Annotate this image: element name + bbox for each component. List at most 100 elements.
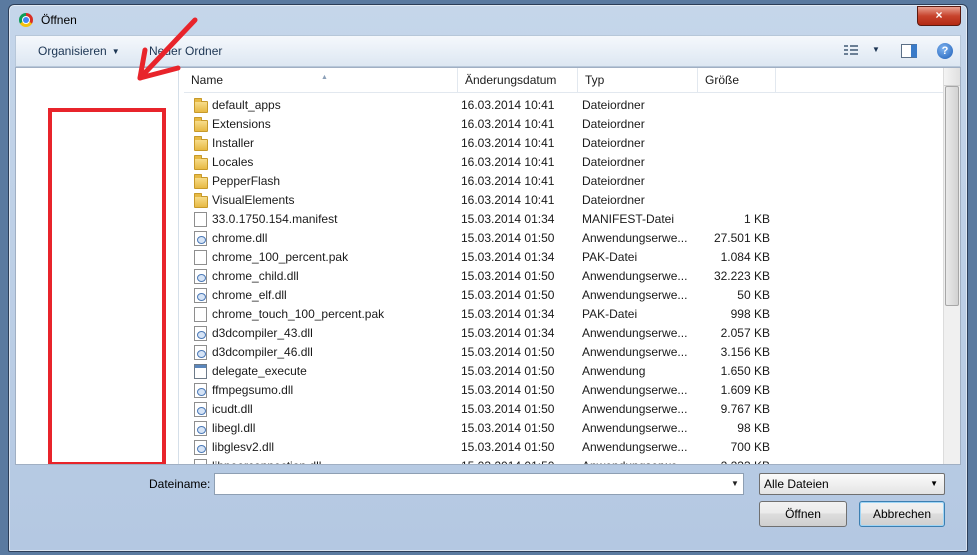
file-name-cell: libglesv2.dll	[194, 438, 454, 457]
file-size: 3.156 KB	[720, 345, 770, 359]
file-date: 15.03.2014 01:34	[461, 250, 555, 264]
file-name-cell: Installer	[194, 134, 454, 153]
file-name-cell: libegl.dll	[194, 419, 454, 438]
dll-icon	[194, 383, 207, 398]
file-type: PAK-Datei	[582, 307, 638, 321]
open-button[interactable]: Öffnen	[759, 501, 847, 527]
file-date: 15.03.2014 01:50	[461, 440, 555, 454]
table-row[interactable]: VisualElements 16.03.2014 10:41 Dateiordne…	[184, 191, 944, 210]
view-options-icon[interactable]	[844, 45, 858, 56]
dll-icon	[194, 326, 207, 341]
file-type-value: Alle Dateien	[764, 477, 829, 491]
file-date: 15.03.2014 01:50	[461, 345, 555, 359]
column-header-size[interactable]: Größe	[698, 68, 776, 92]
file-name: chrome_child.dll	[212, 269, 299, 283]
help-icon[interactable]: ?	[937, 43, 953, 59]
file-date: 15.03.2014 01:50	[461, 402, 555, 416]
cancel-button[interactable]: Abbrechen	[859, 501, 945, 527]
table-row[interactable]: libegl.dll 15.03.2014 01:50 Anwendungserwe…	[184, 419, 944, 438]
filename-input[interactable]	[214, 473, 744, 495]
file-type: Anwendungserwe...	[582, 326, 688, 340]
close-button[interactable]: ×	[917, 6, 961, 26]
file-name: Installer	[212, 136, 255, 150]
file-date: 16.03.2014 10:41	[461, 174, 555, 188]
table-row[interactable]: chrome_touch_100_percent.pak 15.03.2014 0…	[184, 305, 944, 324]
close-icon: ×	[935, 8, 943, 22]
file-size: 98 KB	[737, 421, 770, 435]
file-name-cell: chrome_100_percent.pak	[194, 248, 454, 267]
file-name: d3dcompiler_43.dll	[212, 326, 313, 340]
chevron-down-icon: ▼	[930, 479, 938, 488]
file-type: Anwendungserwe...	[582, 345, 688, 359]
file-size: 2.057 KB	[720, 326, 770, 340]
table-row[interactable]: PepperFlash 16.03.2014 10:41 Dateiordner	[184, 172, 944, 191]
table-row[interactable]: libpeerconnection.dll 15.03.2014 01:50 Anw…	[184, 457, 944, 464]
file-name-cell: VisualElements	[194, 191, 454, 210]
file-size: 1.650 KB	[720, 364, 770, 378]
file-date: 16.03.2014 10:41	[461, 98, 555, 112]
file-name: libegl.dll	[212, 421, 256, 435]
file-name: libpeerconnection.dll	[212, 457, 321, 464]
chevron-down-icon[interactable]: ▼	[731, 479, 739, 488]
file-name-cell: chrome_touch_100_percent.pak	[194, 305, 454, 324]
table-row[interactable]: libglesv2.dll 15.03.2014 01:50 Anwendungse…	[184, 438, 944, 457]
file-type: MANIFEST-Datei	[582, 212, 675, 226]
scroll-up-button[interactable]	[944, 68, 960, 86]
column-header-type[interactable]: Typ	[578, 68, 698, 92]
file-name: VisualElements	[212, 193, 295, 207]
table-row[interactable]: ffmpegsumo.dll 15.03.2014 01:50 Anwendungs…	[184, 381, 944, 400]
file-type: Dateiordner	[582, 174, 645, 188]
file-type: Anwendungserwe...	[582, 269, 688, 283]
file-name: chrome_100_percent.pak	[212, 250, 349, 264]
document-icon	[194, 250, 207, 265]
file-name: ffmpegsumo.dll	[212, 383, 294, 397]
table-row[interactable]: icudt.dll 15.03.2014 01:50 Anwendungserwe.…	[184, 400, 944, 419]
file-type: Dateiordner	[582, 155, 645, 169]
preview-pane-icon[interactable]	[901, 44, 917, 58]
dll-icon	[194, 421, 207, 436]
dll-icon	[194, 440, 207, 455]
document-icon	[194, 307, 207, 322]
file-size: 1.084 KB	[720, 250, 770, 264]
scroll-thumb[interactable]	[945, 86, 959, 306]
file-type-select[interactable]: Alle Dateien ▼	[759, 473, 945, 495]
file-date: 15.03.2014 01:34	[461, 307, 555, 321]
folder-icon	[194, 136, 208, 151]
file-type: Dateiordner	[582, 98, 645, 112]
file-name-cell: Locales	[194, 153, 454, 172]
table-row[interactable]: chrome_elf.dll 15.03.2014 01:50 Anwendungs…	[184, 286, 944, 305]
chevron-down-icon[interactable]: ▼	[872, 45, 880, 54]
file-name-cell: chrome.dll	[194, 229, 454, 248]
file-date: 15.03.2014 01:34	[461, 326, 555, 340]
table-row[interactable]: chrome_100_percent.pak 15.03.2014 01:34 PA…	[184, 248, 944, 267]
file-type: Anwendungserwe...	[582, 457, 692, 464]
file-name-cell: d3dcompiler_46.dll	[194, 343, 454, 362]
file-name: icudt.dll	[212, 402, 253, 416]
column-header-date[interactable]: Änderungsdatum	[458, 68, 578, 92]
file-size: 1 KB	[743, 212, 770, 226]
table-row[interactable]: chrome.dll 15.03.2014 01:50 Anwendungserwe…	[184, 229, 944, 248]
file-name-cell: PepperFlash	[194, 172, 454, 191]
table-row[interactable]: Locales 16.03.2014 10:41 Dateiordner	[184, 153, 944, 172]
file-name: libglesv2.dll	[212, 440, 275, 454]
file-name: delegate_execute	[212, 364, 307, 378]
vertical-scrollbar[interactable]	[943, 68, 960, 464]
sort-ascending-icon: ▲	[321, 74, 328, 81]
dll-icon	[194, 345, 207, 360]
file-size: 700 KB	[730, 440, 770, 454]
table-row[interactable]: delegate_execute 15.03.2014 01:50 Anwendun…	[184, 362, 944, 381]
table-row[interactable]: d3dcompiler_46.dll 15.03.2014 01:50 Anwend…	[184, 343, 944, 362]
file-type: Dateiordner	[582, 117, 645, 131]
folder-icon	[194, 174, 208, 189]
file-name-cell: ffmpegsumo.dll	[194, 381, 454, 400]
dll-icon	[194, 459, 207, 464]
file-name: chrome_elf.dll	[212, 288, 287, 302]
file-type: Anwendungserwe...	[582, 402, 688, 416]
file-type: Anwendungserwe...	[582, 288, 688, 302]
table-row[interactable]: Installer 16.03.2014 10:41 Dateiordner	[184, 134, 944, 153]
table-row[interactable]: chrome_child.dll 15.03.2014 01:50 Anwendun…	[184, 267, 944, 286]
file-date: 15.03.2014 01:50	[461, 231, 555, 245]
table-row[interactable]: 33.0.1750.154.manifest 15.03.2014 01:34 MA…	[184, 210, 944, 229]
dll-icon	[194, 402, 207, 417]
table-row[interactable]: d3dcompiler_43.dll 15.03.2014 01:34 Anwend…	[184, 324, 944, 343]
